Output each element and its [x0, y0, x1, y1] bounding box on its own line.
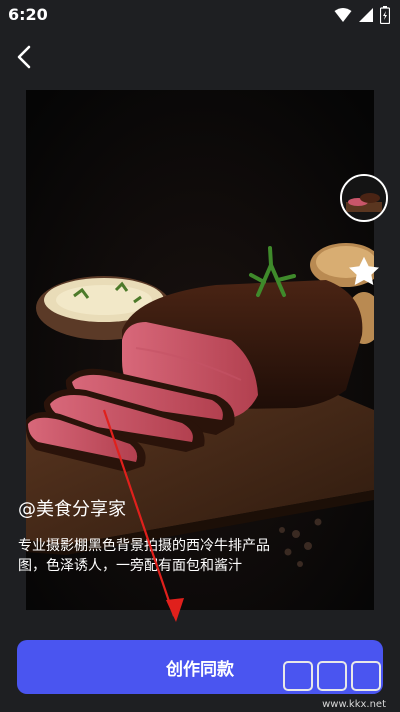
back-button[interactable]	[10, 42, 40, 72]
cellular-signal-icon	[359, 8, 373, 22]
status-bar: 6:20	[0, 0, 400, 30]
watermark-url: www.kkx.net	[322, 699, 386, 710]
author-name[interactable]: @美食分享家	[18, 495, 126, 521]
post-image	[26, 90, 374, 610]
status-icons	[334, 6, 390, 24]
wifi-icon	[334, 8, 352, 22]
post-description: 专业摄影棚黑色背景拍摄的西冷牛排产品图，色泽诱人，一旁配有面包和酱汁	[18, 538, 270, 574]
avatar[interactable]	[340, 174, 388, 222]
favorite-button[interactable]	[346, 254, 382, 290]
back-arrow-icon	[17, 45, 31, 69]
star-icon	[349, 256, 379, 286]
status-time: 6:20	[8, 5, 48, 24]
battery-icon	[380, 6, 390, 24]
